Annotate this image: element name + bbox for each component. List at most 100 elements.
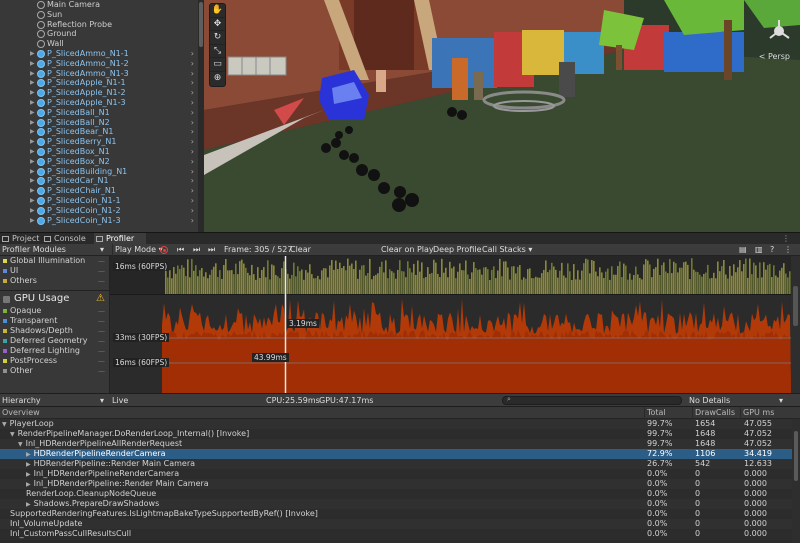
expand-arrow-icon[interactable]: ▶: [30, 88, 35, 98]
module-legend-item[interactable]: Deferred Lighting —: [0, 346, 109, 356]
record-button[interactable]: [160, 244, 172, 256]
gpu-usage-module-header[interactable]: GPU Usage ⚠: [0, 290, 109, 306]
last-frame-icon[interactable]: ⏭: [208, 244, 218, 256]
scene-view[interactable]: < Persp: [204, 0, 800, 232]
open-prefab-icon[interactable]: ›: [191, 69, 194, 79]
live-toggle[interactable]: Live: [112, 395, 132, 407]
hierarchy-item[interactable]: ▶ P_SlicedBox_N2 ›: [0, 157, 204, 167]
open-prefab-icon[interactable]: ›: [191, 118, 194, 128]
profiler-charts[interactable]: 16ms (60FPS) 33ms (30FPS) 16ms (60FPS) 3…: [110, 256, 791, 393]
module-legend-item[interactable]: Opaque —: [0, 306, 109, 316]
expand-arrow-icon[interactable]: ▶: [30, 137, 35, 147]
expand-arrow-icon[interactable]: ▼: [10, 431, 15, 438]
hierarchy-item[interactable]: ▶ P_SlicedBall_N2 ›: [0, 118, 204, 128]
hierarchy-scroll-thumb[interactable]: [199, 2, 203, 47]
table-row[interactable]: RenderLoop.CleanupNodeQueue 0.0% 0 0.000: [0, 489, 792, 499]
hierarchy-item[interactable]: ▶ P_SlicedApple_N1-2 ›: [0, 88, 204, 98]
first-frame-icon[interactable]: ⏮: [177, 244, 187, 256]
hierarchy-item[interactable]: ▶ P_SlicedApple_N1-1 ›: [0, 78, 204, 88]
expand-arrow-icon[interactable]: ▶: [30, 216, 35, 226]
hierarchy-item[interactable]: ▶ P_SlicedBall_N1 ›: [0, 108, 204, 118]
modules-scrollbar[interactable]: [791, 256, 800, 393]
expand-arrow-icon[interactable]: ▶: [30, 167, 35, 177]
expand-arrow-icon[interactable]: ▶: [30, 59, 35, 69]
open-prefab-icon[interactable]: ›: [191, 137, 194, 147]
hierarchy-item[interactable]: ▶ P_SlicedCar_N1 ›: [0, 176, 204, 186]
table-row[interactable]: ▼ Inl_HDRenderPipelineAllRenderRequest 99.…: [0, 439, 792, 449]
help-icon[interactable]: ?: [770, 244, 780, 256]
table-row[interactable]: ▼ RenderPipelineManager.DoRenderLoop_Inte…: [0, 429, 792, 439]
open-prefab-icon[interactable]: ›: [191, 127, 194, 137]
hierarchy-item[interactable]: ▶ P_SlicedCoin_N1-2 ›: [0, 206, 204, 216]
deep-profile-button[interactable]: Deep Profile: [433, 244, 482, 256]
module-legend-item[interactable]: Others —: [0, 276, 109, 286]
table-row[interactable]: Inl_CustomPassCullResultsCull 0.0% 0 0.000: [0, 529, 792, 539]
more-menu-icon[interactable]: ⋮: [784, 244, 794, 256]
clear-button[interactable]: Clear: [290, 244, 312, 256]
hierarchy-item[interactable]: ▶ P_SlicedAmmo_N1-2 ›: [0, 59, 204, 69]
table-row[interactable]: ▶ Inl_HDRenderPipelineRenderCamera 0.0% 0 0.…: [0, 469, 792, 479]
open-prefab-icon[interactable]: ›: [191, 216, 194, 226]
hierarchy-item[interactable]: ▶ P_SlicedCoin_N1-3 ›: [0, 216, 204, 226]
expand-arrow-icon[interactable]: ▼: [2, 421, 7, 428]
scene-gizmo[interactable]: [766, 18, 792, 44]
open-prefab-icon[interactable]: ›: [191, 157, 194, 167]
hierarchy-item[interactable]: ▶ P_SlicedBuilding_N1 ›: [0, 167, 204, 177]
expand-arrow-icon[interactable]: ▶: [30, 157, 35, 167]
expand-arrow-icon[interactable]: ▶: [30, 186, 35, 196]
expand-arrow-icon[interactable]: ▶: [30, 118, 35, 128]
open-prefab-icon[interactable]: ›: [191, 88, 194, 98]
hierarchy-item[interactable]: ▶ P_SlicedCoin_N1-1 ›: [0, 196, 204, 206]
module-legend-item[interactable]: Other —: [0, 366, 109, 376]
modules-scroll-thumb[interactable]: [793, 286, 798, 326]
open-prefab-icon[interactable]: ›: [191, 59, 194, 69]
column-overview[interactable]: Overview: [0, 407, 644, 419]
clear-on-play-button[interactable]: Clear on Play: [381, 244, 434, 256]
table-row[interactable]: Inl_VolumeUpdate 0.0% 0 0.000: [0, 519, 792, 529]
open-prefab-icon[interactable]: ›: [191, 196, 194, 206]
expand-arrow-icon[interactable]: ▶: [30, 176, 35, 186]
profiler-chart-area[interactable]: [110, 256, 791, 393]
table-row[interactable]: ▼ PlayerLoop 99.7% 1654 47.055: [0, 419, 792, 429]
warning-icon[interactable]: ⚠: [96, 291, 105, 307]
table-row[interactable]: SupportedRenderingFeatures.IsLightmapBak…: [0, 509, 792, 519]
open-prefab-icon[interactable]: ›: [191, 176, 194, 186]
call-stacks-dropdown[interactable]: Call Stacks ▾: [482, 244, 536, 256]
open-prefab-icon[interactable]: ›: [191, 167, 194, 177]
hierarchy-item[interactable]: ▶ P_SlicedBox_N1 ›: [0, 147, 204, 157]
expand-arrow-icon[interactable]: ▶: [30, 206, 35, 216]
hand-tool-icon[interactable]: ✋: [210, 4, 225, 18]
open-prefab-icon[interactable]: ›: [191, 49, 194, 59]
expand-arrow-icon[interactable]: ▶: [26, 481, 31, 488]
details-dropdown[interactable]: No Details ▾: [689, 395, 787, 407]
expand-arrow-icon[interactable]: ▼: [18, 441, 23, 448]
expand-arrow-icon[interactable]: ▶: [30, 147, 35, 157]
play-mode-dropdown[interactable]: Play Mode ▾: [112, 244, 163, 256]
hierarchy-item[interactable]: ▶ P_SlicedBear_N1 ›: [0, 127, 204, 137]
scale-tool-icon[interactable]: ⤡: [210, 45, 225, 58]
expand-arrow-icon[interactable]: ▶: [30, 127, 35, 137]
hierarchy-item[interactable]: Wall: [0, 39, 204, 49]
open-prefab-icon[interactable]: ›: [191, 186, 194, 196]
open-prefab-icon[interactable]: ›: [191, 98, 194, 108]
search-input[interactable]: ⌕: [502, 395, 682, 405]
open-prefab-icon[interactable]: ›: [191, 147, 194, 157]
move-tool-icon[interactable]: ✥: [210, 18, 225, 31]
expand-arrow-icon[interactable]: ▶: [30, 49, 35, 59]
profiler-modules-dropdown[interactable]: Profiler Modules ▾: [2, 244, 108, 256]
open-prefab-icon[interactable]: ›: [191, 78, 194, 88]
rotate-tool-icon[interactable]: ↻: [210, 31, 225, 45]
table-row[interactable]: ▶ HDRenderPipeline::Render Main Camera 26.…: [0, 459, 792, 469]
load-icon[interactable]: ▤: [739, 244, 749, 256]
next-frame-icon[interactable]: ⏭: [193, 244, 203, 256]
expand-arrow-icon[interactable]: ▶: [26, 471, 31, 478]
module-legend-item[interactable]: UI —: [0, 266, 109, 276]
column-total[interactable]: Total: [644, 407, 692, 419]
table-row[interactable]: ▶ Shadows.PrepareDrawShadows 0.0% 0 0.000: [0, 499, 792, 509]
column-gpu-ms[interactable]: GPU ms: [740, 407, 792, 419]
expand-arrow-icon[interactable]: ▶: [30, 98, 35, 108]
hierarchy-item[interactable]: ▶ P_SlicedAmmo_N1-3 ›: [0, 69, 204, 79]
expand-arrow-icon[interactable]: ▶: [30, 108, 35, 118]
module-legend-item[interactable]: Deferred Geometry —: [0, 336, 109, 346]
rect-tool-icon[interactable]: ▭: [210, 58, 225, 72]
